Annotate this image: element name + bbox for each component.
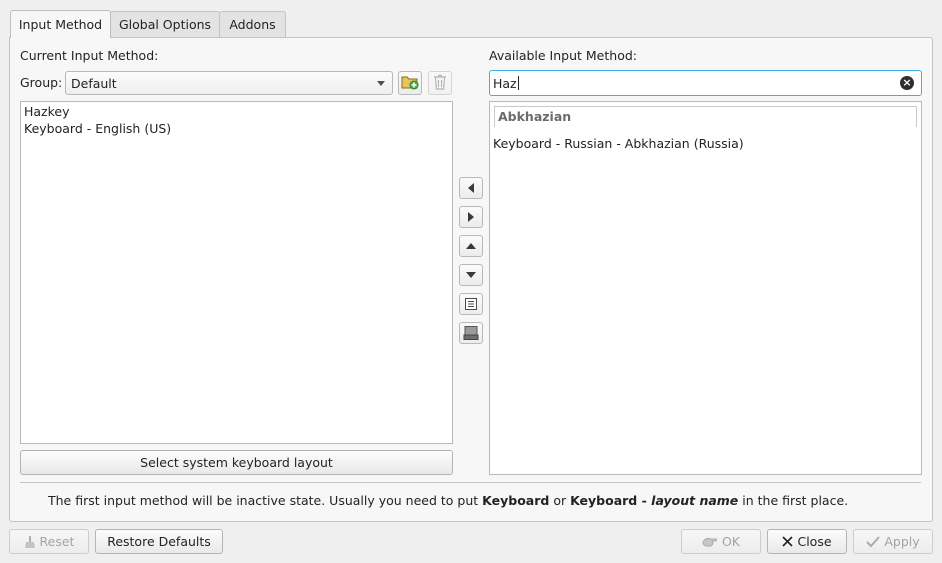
list-item[interactable]: Keyboard - English (US) [21, 120, 452, 137]
tab-global-options-label: Global Options [118, 17, 212, 32]
list-item[interactable]: Keyboard - Russian - Abkhazian (Russia) [493, 136, 744, 151]
close-icon [782, 536, 794, 547]
move-down-button[interactable] [459, 264, 483, 286]
hint-prefix: The first input method will be inactive … [48, 493, 483, 508]
select-system-keyboard-layout-button[interactable]: Select system keyboard layout [20, 450, 453, 475]
chevron-down-icon [377, 81, 385, 86]
tab-global-options[interactable]: Global Options [110, 11, 220, 37]
tab-input-method[interactable]: Input Method [10, 10, 111, 38]
arrow-right-icon [468, 212, 474, 222]
keyboard-layout-button[interactable] [459, 322, 483, 344]
current-input-method-list[interactable]: Hazkey Keyboard - English (US) [20, 101, 453, 444]
divider [20, 482, 921, 483]
trash-icon [433, 74, 447, 93]
broom-icon [24, 535, 35, 548]
current-input-method-heading: Current Input Method: [20, 48, 159, 63]
available-input-method-list[interactable] [489, 101, 922, 475]
tab-addons[interactable]: Addons [219, 11, 286, 37]
reset-button[interactable]: Reset [9, 529, 89, 554]
close-label: Close [797, 534, 832, 549]
close-button[interactable]: Close [767, 529, 847, 554]
hint-bold-keyboard-dash: Keyboard - [570, 493, 652, 508]
folder-add-icon [401, 74, 419, 93]
hint-suffix: in the first place. [738, 493, 849, 508]
available-input-method-heading: Available Input Method: [489, 48, 637, 63]
ok-label: OK [721, 534, 741, 549]
hint-text: The first input method will be inactive … [48, 493, 848, 508]
group-combobox[interactable]: Default [65, 71, 393, 95]
group-label: Group: [20, 75, 63, 90]
ok-hand-icon [702, 537, 717, 546]
hint-bold-keyboard-layout: Keyboard - layout name [570, 493, 738, 508]
group-combobox-value: Default [71, 75, 117, 91]
apply-button[interactable]: Apply [853, 529, 933, 554]
select-system-keyboard-layout-label: Select system keyboard layout [140, 455, 333, 470]
arrow-up-icon [466, 243, 476, 249]
restore-defaults-button[interactable]: Restore Defaults [95, 529, 223, 554]
clear-icon[interactable]: × [900, 76, 914, 90]
list-item[interactable]: Hazkey [21, 103, 452, 120]
tab-input-method-label: Input Method [18, 17, 103, 32]
restore-defaults-label: Restore Defaults [107, 534, 211, 549]
delete-group-button[interactable] [428, 71, 452, 95]
language-section-header: Abkhazian [494, 106, 917, 127]
arrow-left-icon [468, 183, 474, 193]
tab-addons-label: Addons [229, 17, 276, 32]
search-input[interactable]: Haz × [489, 70, 922, 96]
arrow-down-icon [466, 272, 476, 278]
reset-label: Reset [39, 534, 75, 549]
hint-layout-name: layout name [651, 493, 739, 508]
add-group-button[interactable] [398, 71, 422, 95]
hint-middle: or [549, 493, 571, 508]
keyboard-layout-icon [463, 326, 479, 340]
checkmark-icon [866, 535, 881, 547]
configure-button[interactable] [459, 293, 483, 315]
hint-bold-keyboard: Keyboard [482, 493, 550, 508]
move-left-button[interactable] [459, 177, 483, 199]
configure-icon [465, 298, 477, 310]
apply-label: Apply [884, 534, 920, 549]
ok-button[interactable]: OK [681, 529, 761, 554]
move-right-button[interactable] [459, 206, 483, 228]
search-input-text: Haz [493, 75, 517, 91]
move-up-button[interactable] [459, 235, 483, 257]
